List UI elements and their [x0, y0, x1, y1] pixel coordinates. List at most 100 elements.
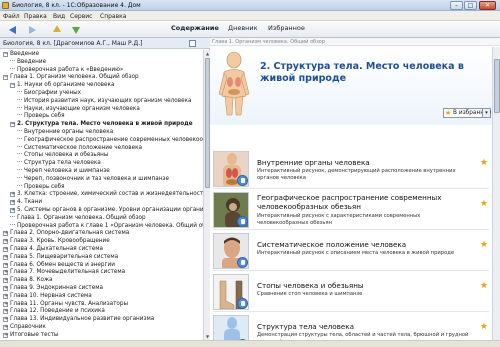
resource-thumbnail — [213, 233, 249, 269]
menu-view[interactable]: Вид — [53, 13, 65, 20]
contents-scrollbar[interactable]: ▲ ▼ — [203, 50, 210, 340]
tree-item-label: Справочник — [10, 324, 46, 330]
tree-item[interactable]: Глава 1. Организм человека. Общий обзор — [10, 214, 146, 222]
menu-tools[interactable]: Сервис — [70, 13, 92, 20]
expand-icon[interactable]: + — [3, 262, 8, 268]
tree-item[interactable]: −2. Структура тела. Место человека в жив… — [10, 120, 193, 128]
expand-icon[interactable]: + — [10, 208, 15, 213]
tree-item[interactable]: + Глава 9. Эндокринная система — [3, 284, 103, 292]
tab-contents[interactable]: Содержание — [171, 24, 219, 32]
tree-item[interactable]: + Справочник — [3, 323, 46, 331]
tree-connector — [17, 169, 22, 170]
tree-item[interactable]: Проверочная работа к главе 1 «Организм ч… — [10, 222, 203, 230]
tree-item[interactable]: + Глава 10. Нервная система — [3, 292, 92, 300]
collapse-icon[interactable]: − — [3, 52, 8, 57]
tree-item-label: 1. Науки об организме человека — [17, 82, 115, 89]
tree-item[interactable]: Стопы человека и обезьяны — [17, 151, 108, 159]
expand-icon[interactable]: + — [3, 325, 8, 330]
resource-title: Структура тела человека — [257, 322, 355, 331]
tree-item[interactable]: Проверь себя — [17, 183, 65, 191]
tree-item[interactable]: − Глава 1. Организм человека. Общий обзор — [3, 73, 139, 81]
tree-item[interactable]: Череп, позвоночник и таз человека и шимп… — [17, 175, 169, 183]
breadcrumb: Глава 1. Организм человека. Общий обзор — [210, 38, 500, 46]
tree-connector — [10, 59, 15, 61]
favorite-star-icon[interactable]: ★ — [480, 159, 488, 168]
tree-item[interactable]: + Глава 12. Поведение и психика — [3, 307, 105, 315]
expand-icon[interactable]: + — [3, 231, 8, 237]
maximize-button[interactable]: □ — [464, 1, 477, 10]
expand-icon[interactable]: + — [3, 332, 8, 338]
tree-item[interactable]: История развития наук, изучающих организ… — [17, 97, 192, 105]
breadcrumb-link[interactable]: Глава 1. Организм человека. Общий обзор — [212, 39, 325, 45]
tree-item[interactable]: + Глава 5. Пищеварительная система — [3, 253, 118, 261]
tree-item[interactable]: + Глава 8. Кожа — [3, 276, 53, 284]
tree-item[interactable]: + Глава 2. Опорно-двигательная система — [3, 229, 129, 237]
collapse-icon[interactable]: − — [10, 122, 15, 128]
expand-icon[interactable]: + — [3, 293, 8, 299]
tree-item[interactable]: + Глава 11. Органы чувств. Анализаторы — [3, 300, 128, 308]
tree-item[interactable]: Введение — [10, 58, 46, 66]
scrollbar-thumb[interactable] — [494, 59, 500, 113]
tree-item[interactable]: Науки, изучающие организм человека — [17, 105, 140, 113]
minimize-button[interactable]: – — [450, 1, 463, 10]
resource-card[interactable]: Внутренние органы человека Интерактивный… — [213, 148, 489, 189]
favorites-select[interactable]: ★ В избранное ▾ — [443, 108, 491, 118]
tree-item[interactable]: Структура тела человека — [17, 159, 101, 167]
content-scrollbar[interactable] — [492, 47, 500, 340]
expand-icon[interactable]: + — [10, 200, 15, 206]
expand-icon[interactable]: + — [3, 270, 8, 276]
resource-card[interactable]: Стопы человека и обезьяны Сравнение стоп… — [213, 271, 489, 312]
close-button[interactable]: ✕ — [479, 1, 496, 10]
resource-card[interactable]: Систематическое положение человека Интер… — [213, 230, 489, 271]
favorite-star-icon[interactable]: ★ — [480, 241, 488, 250]
tree-item[interactable]: Систематическое положение человека — [17, 144, 142, 152]
collapse-icon[interactable]: − — [10, 83, 15, 89]
tree-item[interactable]: +3. Клетка: строение, химический состав … — [10, 190, 203, 198]
tree-item[interactable]: Череп человека и шимпанзе — [17, 167, 110, 175]
tree-item-label: Глава 6. Обмен веществ и энергии — [10, 261, 115, 268]
favorite-star-icon[interactable]: ★ — [480, 282, 488, 291]
resource-card[interactable]: Структура тела человека Демонстрация стр… — [213, 312, 489, 340]
expand-icon[interactable]: + — [3, 247, 8, 252]
expand-icon[interactable]: + — [3, 278, 8, 284]
chevron-down-icon[interactable]: ▾ — [482, 109, 490, 117]
expand-icon[interactable]: + — [3, 254, 8, 260]
tree-item-label: 4. Ткани — [17, 199, 43, 206]
tab-diary[interactable]: Дневник — [228, 24, 258, 32]
expand-icon[interactable]: + — [3, 239, 8, 245]
favorite-star-icon[interactable]: ★ — [480, 323, 488, 332]
tree-connector — [17, 161, 22, 163]
tree-item[interactable]: + Глава 7. Мочевыделительная система — [3, 268, 125, 276]
expand-icon[interactable]: + — [3, 317, 8, 323]
tree-item[interactable]: Проверь себя — [17, 112, 65, 120]
tree-item[interactable]: + Глава 4. Дыхательная система — [3, 245, 103, 253]
tree-item[interactable]: +5. Системы органов в организме. Уровни … — [10, 206, 203, 214]
menu-file[interactable]: Файл — [3, 13, 20, 20]
tree-item[interactable]: + Глава 13. Индивидуальное развитие орган… — [3, 315, 154, 323]
tree-item[interactable]: − Введение — [3, 50, 39, 58]
tree-item[interactable]: Внутренние органы человека — [17, 128, 113, 136]
expand-icon[interactable]: + — [3, 301, 8, 307]
tree-item[interactable]: + Итоговые тесты — [3, 331, 58, 339]
menu-edit[interactable]: Правка — [24, 13, 47, 20]
collapse-icon[interactable]: − — [3, 75, 8, 81]
tree-item[interactable]: Биографии ученых — [17, 89, 81, 97]
resource-card[interactable]: Географическое распространение современн… — [213, 189, 489, 230]
tree-item[interactable]: +4. Ткани — [10, 198, 42, 206]
expand-icon[interactable]: + — [10, 192, 15, 198]
tree-item-label: 2. Структура тела. Место человека в живо… — [17, 121, 193, 128]
tree-item-label: Глава 8. Кожа — [10, 277, 53, 284]
favorite-star-icon[interactable]: ★ — [480, 200, 488, 209]
tree-item[interactable]: Проверочная работа к «Введению» — [10, 66, 123, 74]
tree-item[interactable]: + Глава 6. Обмен веществ и энергии — [3, 261, 115, 269]
tree-connector — [17, 153, 22, 155]
expand-icon[interactable]: + — [3, 286, 8, 291]
tree-connector — [17, 114, 22, 116]
tab-favorites[interactable]: Избранное — [268, 24, 305, 32]
tree-item[interactable]: −1. Науки об организме человека — [10, 81, 114, 89]
tree-item[interactable]: Географическое распространение современн… — [17, 136, 203, 144]
menu-help[interactable]: Справка — [100, 13, 126, 20]
tree-item[interactable]: + Глава 3. Кровь. Кровообращение — [3, 237, 110, 245]
expand-icon[interactable]: + — [3, 309, 8, 315]
pin-icon[interactable] — [189, 40, 196, 47]
